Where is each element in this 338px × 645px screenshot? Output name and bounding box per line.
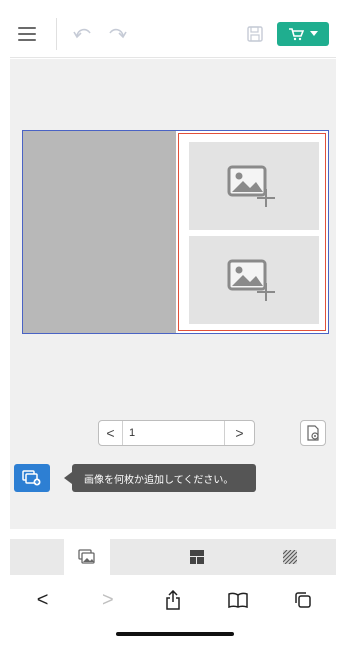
cart-icon [289, 28, 304, 41]
top-toolbar [10, 10, 336, 58]
left-page[interactable] [23, 131, 176, 333]
cart-button[interactable] [277, 22, 329, 46]
image-slot[interactable] [189, 236, 319, 324]
background-icon [282, 550, 297, 564]
menu-icon[interactable] [18, 20, 42, 48]
browser-back-label: < [36, 588, 49, 611]
right-page-selected[interactable] [178, 133, 326, 331]
browser-forward-label: > [101, 588, 114, 611]
tab-background[interactable] [243, 539, 336, 575]
home-indicator [116, 632, 234, 636]
add-photo-tooltip: 画像を何枚か追加してください。 [64, 464, 256, 492]
tab-layout[interactable] [150, 539, 243, 575]
add-photo-icon [22, 470, 41, 486]
tab-photos[interactable] [64, 539, 110, 575]
add-image-icon [227, 165, 275, 207]
page-prev-button[interactable]: < [99, 421, 123, 445]
tabs-icon [295, 592, 312, 608]
redo-icon[interactable] [106, 24, 128, 44]
layout-icon [189, 550, 204, 564]
page-next-button[interactable]: > [224, 421, 254, 445]
page-number-input[interactable]: 1 [123, 427, 135, 439]
browser-toolbar: < > [10, 578, 336, 622]
add-photo-button[interactable] [14, 464, 50, 492]
photo-spread[interactable] [22, 130, 329, 334]
share-button[interactable] [158, 585, 188, 615]
toolbar-divider [56, 18, 57, 50]
save-icon[interactable] [246, 24, 264, 44]
image-slot[interactable] [189, 142, 319, 230]
page-pager: < 1 > [98, 420, 255, 446]
browser-forward-button[interactable]: > [93, 585, 123, 615]
bottom-tabs [10, 539, 336, 575]
add-image-icon [227, 259, 275, 301]
bookmarks-button[interactable] [223, 585, 253, 615]
browser-back-button[interactable]: < [28, 585, 58, 615]
page-settings-button[interactable] [300, 420, 326, 446]
tabs-button[interactable] [288, 585, 318, 615]
share-icon [166, 590, 180, 610]
bookmarks-icon [228, 592, 248, 608]
caret-down-icon [310, 31, 318, 36]
photos-icon [78, 549, 95, 564]
undo-icon[interactable] [72, 24, 94, 44]
page-settings-icon [307, 425, 319, 441]
